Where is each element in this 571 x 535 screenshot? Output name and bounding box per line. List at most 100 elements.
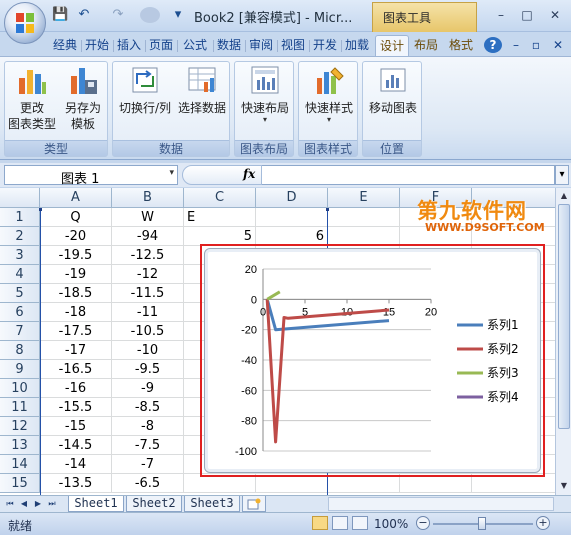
cell-b1[interactable]: W bbox=[112, 208, 184, 227]
close-button[interactable]: ✕ bbox=[544, 5, 566, 25]
workbook-close-button[interactable]: ✕ bbox=[550, 35, 566, 56]
cell-b10[interactable]: -9 bbox=[112, 379, 184, 398]
tab-formulas[interactable]: 公式 bbox=[178, 35, 212, 56]
tab-view[interactable]: 视图 bbox=[278, 35, 308, 56]
undo-icon[interactable]: ↶ bbox=[76, 7, 92, 23]
cell-b2[interactable]: -94 bbox=[112, 227, 184, 246]
cell-b4[interactable]: -12 bbox=[112, 265, 184, 284]
normal-view-button[interactable] bbox=[312, 516, 328, 530]
select-data-button[interactable]: 选择数据 bbox=[175, 64, 229, 116]
cell-a8[interactable]: -17 bbox=[40, 341, 112, 360]
cell-a4[interactable]: -19 bbox=[40, 265, 112, 284]
row-header[interactable]: 8 bbox=[0, 341, 40, 360]
embedded-chart[interactable]: 20 0 -20 -40 -60 -80 -100 0 5 10 15 20 系列1 系列2 系列3 系列4 bbox=[204, 248, 541, 473]
cell-a3[interactable]: -19.5 bbox=[40, 246, 112, 265]
row-header[interactable]: 3 bbox=[0, 246, 40, 265]
zoom-out-button[interactable]: − bbox=[416, 516, 430, 530]
help-icon[interactable]: ? bbox=[484, 37, 502, 53]
save-as-template-button[interactable]: 另存为 模板 bbox=[59, 64, 107, 132]
vertical-scroll-thumb[interactable] bbox=[558, 204, 570, 429]
quick-styles-button[interactable]: 快速样式 ▾ bbox=[301, 64, 357, 124]
cell-b15[interactable]: -6.5 bbox=[112, 474, 184, 493]
cell-a5[interactable]: -18.5 bbox=[40, 284, 112, 303]
cell-e1[interactable] bbox=[328, 208, 400, 227]
cell-a6[interactable]: -18 bbox=[40, 303, 112, 322]
formula-expand-icon[interactable]: ▾ bbox=[555, 165, 569, 185]
zoom-in-button[interactable]: + bbox=[536, 516, 550, 530]
tab-addins[interactable]: 加载 bbox=[342, 35, 372, 56]
next-sheet-icon[interactable]: ▶ bbox=[32, 497, 44, 511]
minimize-button[interactable]: – bbox=[490, 5, 512, 25]
tab-review[interactable]: 审阅 bbox=[246, 35, 276, 56]
col-header-a[interactable]: A bbox=[40, 188, 112, 208]
cell-d1[interactable] bbox=[256, 208, 328, 227]
cell-c1[interactable]: E bbox=[184, 208, 256, 227]
col-header-d[interactable]: D bbox=[256, 188, 328, 208]
tab-design[interactable]: 设计 bbox=[375, 35, 409, 56]
row-header[interactable]: 2 bbox=[0, 227, 40, 246]
horizontal-scrollbar[interactable] bbox=[328, 497, 554, 511]
quick-layout-button[interactable]: 快速布局 ▾ bbox=[237, 64, 293, 124]
col-header-c[interactable]: C bbox=[184, 188, 256, 208]
redo-icon[interactable]: ↷ bbox=[110, 7, 126, 23]
save-icon[interactable]: 💾 bbox=[52, 7, 68, 23]
sheet-tab-sheet1[interactable]: Sheet1 bbox=[68, 496, 124, 512]
cell-b14[interactable]: -7 bbox=[112, 455, 184, 474]
office-button[interactable] bbox=[4, 2, 46, 44]
sheet-tab-sheet2[interactable]: Sheet2 bbox=[126, 496, 182, 512]
formula-input[interactable] bbox=[262, 165, 555, 185]
cell-b5[interactable]: -11.5 bbox=[112, 284, 184, 303]
row-header[interactable]: 11 bbox=[0, 398, 40, 417]
cell-b9[interactable]: -9.5 bbox=[112, 360, 184, 379]
select-all-corner[interactable] bbox=[0, 188, 40, 208]
line-chart[interactable]: 200-20-40-60-80-1000 5 10 15 20系列1系列2系列3系列4 bbox=[205, 249, 542, 474]
row-header[interactable]: 13 bbox=[0, 436, 40, 455]
last-sheet-icon[interactable]: ⏭ bbox=[46, 497, 58, 511]
cell-b6[interactable]: -11 bbox=[112, 303, 184, 322]
row-header[interactable]: 14 bbox=[0, 455, 40, 474]
cell-b13[interactable]: -7.5 bbox=[112, 436, 184, 455]
zoom-slider-thumb[interactable] bbox=[478, 517, 486, 530]
page-break-view-button[interactable] bbox=[352, 516, 368, 530]
insert-sheet-button[interactable] bbox=[242, 496, 266, 512]
row-header[interactable]: 5 bbox=[0, 284, 40, 303]
cell-a2[interactable]: -20 bbox=[40, 227, 112, 246]
cell-a15[interactable]: -13.5 bbox=[40, 474, 112, 493]
tab-home[interactable]: 开始 bbox=[82, 35, 112, 56]
prev-sheet-icon[interactable]: ◀ bbox=[18, 497, 30, 511]
cell-a14[interactable]: -14 bbox=[40, 455, 112, 474]
workbook-minimize-button[interactable]: – bbox=[508, 35, 524, 56]
vertical-scrollbar[interactable]: ▲ ▼ bbox=[555, 188, 571, 495]
zoom-level[interactable]: 100% bbox=[374, 517, 408, 531]
cell-b12[interactable]: -8 bbox=[112, 417, 184, 436]
cell-a9[interactable]: -16.5 bbox=[40, 360, 112, 379]
tab-developer[interactable]: 开发 bbox=[310, 35, 340, 56]
page-layout-view-button[interactable] bbox=[332, 516, 348, 530]
first-sheet-icon[interactable]: ⏮ bbox=[4, 497, 16, 511]
col-header-e[interactable]: E bbox=[328, 188, 400, 208]
selection-handle[interactable] bbox=[326, 208, 329, 211]
tab-insert[interactable]: 插入 bbox=[114, 35, 144, 56]
row-header[interactable]: 6 bbox=[0, 303, 40, 322]
cell-b7[interactable]: -10.5 bbox=[112, 322, 184, 341]
insert-function-icon[interactable]: fx bbox=[243, 167, 255, 181]
row-header[interactable]: 12 bbox=[0, 417, 40, 436]
qat-customize-icon[interactable]: ▾ bbox=[170, 7, 186, 23]
row-header[interactable]: 9 bbox=[0, 360, 40, 379]
tab-data[interactable]: 数据 bbox=[214, 35, 244, 56]
scroll-down-icon[interactable]: ▼ bbox=[558, 480, 570, 492]
switch-row-column-button[interactable]: 切换行/列 bbox=[115, 64, 175, 116]
selection-handle[interactable] bbox=[39, 208, 42, 211]
maximize-button[interactable]: □ bbox=[516, 5, 538, 25]
cell-b3[interactable]: -12.5 bbox=[112, 246, 184, 265]
tab-format[interactable]: 格式 bbox=[444, 35, 478, 56]
row-header[interactable]: 1 bbox=[0, 208, 40, 227]
cell-a7[interactable]: -17.5 bbox=[40, 322, 112, 341]
move-chart-button[interactable]: 移动图表 bbox=[365, 64, 421, 116]
tab-classic[interactable]: 经典 bbox=[50, 35, 80, 56]
qat-circle-icon[interactable] bbox=[140, 7, 160, 23]
row-header[interactable]: 15 bbox=[0, 474, 40, 493]
tab-page[interactable]: 页面 bbox=[146, 35, 176, 56]
sheet-tab-sheet3[interactable]: Sheet3 bbox=[184, 496, 240, 512]
cell-a1[interactable]: Q bbox=[40, 208, 112, 227]
